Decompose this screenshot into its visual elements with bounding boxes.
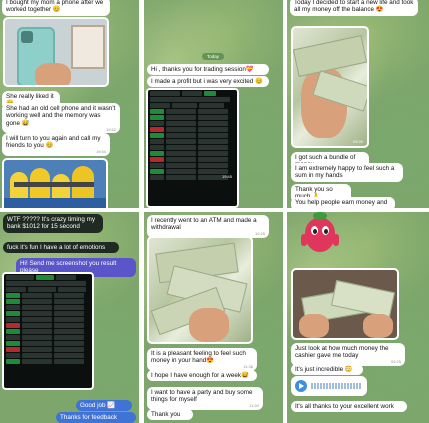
money-photo[interactable]: 09:20 (291, 26, 369, 148)
message-bubble: You help people earn money and (291, 197, 395, 208)
chat-panel-2: Today Hi , thanks you for trading sessio… (144, 0, 283, 208)
message-text: Thank you (151, 411, 181, 418)
message-time: 19:52 (105, 126, 116, 132)
message-bubble: It's all thanks to your excellent work (291, 401, 407, 413)
message-time: 10:25 (254, 231, 265, 237)
chat-panel-6: Just look at how much money the cashier … (287, 212, 429, 423)
message-text: You help people earn money and (295, 199, 388, 206)
message-text: It's all thanks to your excellent work (295, 403, 394, 410)
message-text: Today I decided to start a new life and … (294, 0, 414, 14)
message-bubble: I will turn to you again and call my fri… (2, 133, 110, 156)
message-text: She had an old cell phone and it wasn't … (6, 105, 116, 127)
phone-photo[interactable] (3, 17, 109, 87)
minions-sticker-image[interactable] (2, 158, 108, 208)
trading-screenshot[interactable] (2, 272, 94, 390)
message-text: I hope I have enough for a week😅 (151, 372, 249, 379)
waveform (311, 383, 361, 389)
message-bubble: Just look at how much money the cashier … (291, 343, 405, 366)
message-text: I made a profit but i was very excited 😊 (151, 78, 263, 85)
message-bubble: It is a pleasant feeling to feel such mo… (147, 348, 257, 371)
message-bubble: It's just incredible 😳 (291, 364, 363, 376)
message-time: 19:54 (95, 149, 106, 155)
message-bubble: I want to have a party and buy some thin… (147, 387, 263, 410)
message-bubble: I hope I have enough for a week😅 (147, 370, 257, 382)
message-text: I will turn to you again and call my fri… (6, 135, 101, 150)
message-bubble: Hi , thanks you for trading session💝 (147, 64, 269, 76)
message-text: I recently went to an ATM and made a wit… (151, 217, 257, 232)
message-time: 09:25 (390, 359, 401, 365)
money-photo[interactable] (147, 236, 253, 344)
message-text: Hi , thanks you for trading session💝 (151, 66, 254, 73)
chat-panel-3: Today I decided to start a new life and … (287, 0, 429, 208)
message-time: 19:45 (222, 174, 233, 179)
message-time: 11:40 (249, 403, 259, 409)
message-bubble: Today I decided to start a new life and … (290, 0, 418, 16)
play-icon[interactable] (295, 380, 307, 392)
message-text: I am extremely happy to feel such a sum … (295, 165, 395, 180)
message-bubble: Thanks for feedback (56, 412, 136, 423)
message-bubble: She had an old cell phone and it wasn't … (2, 103, 120, 134)
message-text: fuck it's fun I have a lot of emotions (7, 244, 106, 251)
message-time: 09:20 (352, 139, 363, 145)
message-bubble: fuck it's fun I have a lot of emotions (3, 242, 119, 254)
date-chip: Today (202, 53, 225, 61)
message-bubble: WTF ????? It's crazy timing my bank $101… (3, 214, 103, 233)
message-bubble: I recently went to an ATM and made a wit… (147, 215, 269, 238)
message-text: Good job 📈 (80, 402, 116, 409)
message-bubble: I made a profit but i was very excited 😊 (147, 76, 269, 88)
message-text: WTF ????? It's crazy timing my bank $101… (7, 216, 95, 231)
money-photo[interactable] (291, 268, 399, 340)
message-bubble: Good job 📈 (76, 400, 132, 412)
voice-message[interactable] (291, 376, 367, 396)
strawberry-sticker (301, 212, 339, 256)
message-bubble: Thank you (147, 409, 193, 421)
trading-screenshot[interactable] (146, 88, 239, 208)
message-text: I bought my mom a phone after we worked … (6, 0, 104, 14)
chat-panel-4: WTF ????? It's crazy timing my bank $101… (0, 212, 139, 423)
message-text: It's just incredible 😳 (295, 366, 353, 373)
message-text: Just look at how much money the cashier … (295, 345, 389, 360)
chat-panel-5: I recently went to an ATM and made a wit… (144, 212, 283, 423)
message-bubble: I bought my mom a phone after we worked … (2, 0, 110, 16)
message-text: I want to have a party and buy some thin… (151, 389, 253, 404)
message-text: Thanks for feedback (60, 414, 118, 421)
message-text: It is a pleasant feeling to feel such mo… (151, 350, 246, 365)
chat-panel-1: I bought my mom a phone after we worked … (0, 0, 139, 208)
message-bubble: I am extremely happy to feel such a sum … (291, 163, 403, 182)
